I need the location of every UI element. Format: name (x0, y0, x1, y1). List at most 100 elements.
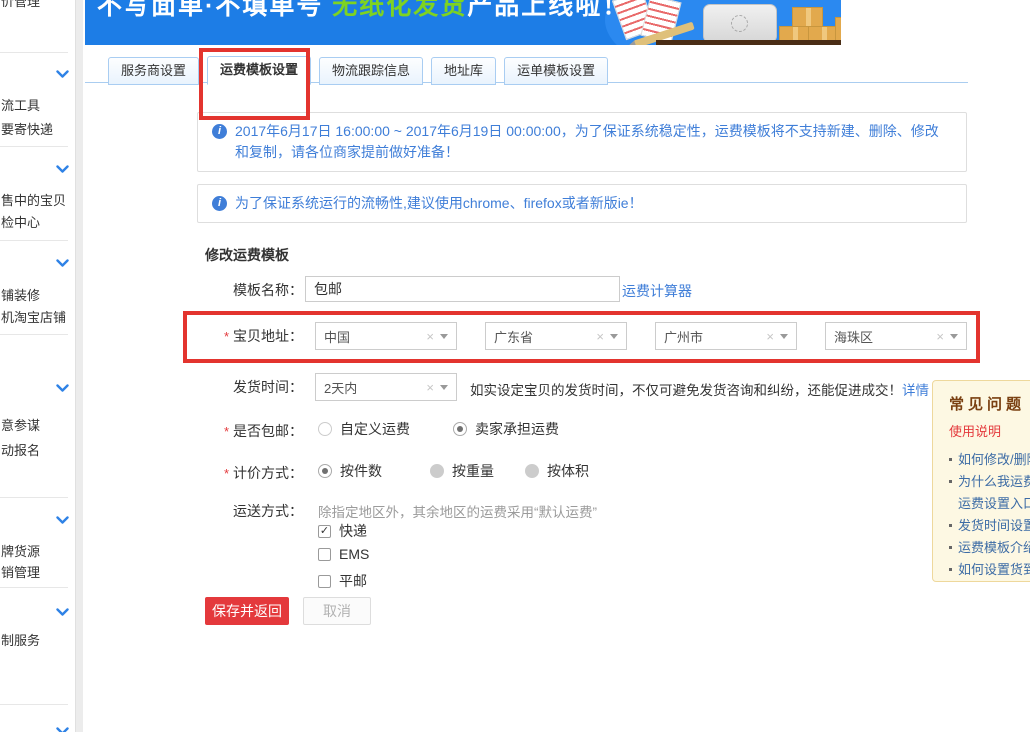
sidebar-item-shop-decorate[interactable]: 铺装修 (1, 285, 40, 304)
tab-address-book[interactable]: 地址库 (431, 57, 496, 85)
tab-logistics-tracking[interactable]: 物流跟踪信息 (319, 57, 423, 85)
notice-text: 为了保证系统运行的流畅性,建议使用chrome、firefox或者新版ie！ (235, 193, 643, 214)
chevron-down-icon[interactable] (56, 165, 69, 174)
faq-link[interactable]: 运费模板介绍 (958, 540, 1030, 555)
sidebar-divider (0, 587, 68, 588)
ship-time-label: 发货时间： (183, 377, 303, 397)
template-name-label: 模板名称： (183, 280, 303, 300)
required-asterisk: * (224, 424, 229, 439)
sidebar-item-send-express[interactable]: 要寄快递 (1, 119, 53, 138)
faq-link-row: 如何设置货到 (949, 559, 1030, 581)
dropdown-arrow-icon[interactable] (440, 334, 448, 343)
sidebar-item-mobile-shop[interactable]: 机淘宝店铺 (1, 307, 66, 326)
sidebar-divider (0, 497, 68, 498)
checkbox-label: 平邮 (339, 571, 367, 591)
dropdown-arrow-icon[interactable] (950, 334, 958, 343)
radio-seller-pays-freight[interactable]: 卖家承担运费 (453, 419, 559, 439)
free-shipping-label: * 是否包邮： (183, 421, 303, 441)
chevron-down-icon[interactable] (56, 516, 69, 525)
faq-link[interactable]: 如何设置货到 (958, 562, 1030, 577)
sidebar-item-activity-signup[interactable]: 动报名 (1, 440, 40, 459)
notice-maintenance: i 2017年6月17日 16:00:00 ~ 2017年6月19日 00:00… (197, 112, 967, 172)
radio-by-weight[interactable]: 按重量 (430, 461, 494, 481)
address-select-province[interactable]: 广东省 × (485, 322, 627, 350)
radio-icon-disabled (525, 464, 539, 478)
chevron-down-icon[interactable] (56, 259, 69, 268)
faq-usage-guide-link[interactable]: 使用说明 (949, 421, 1030, 440)
tab-provider-settings[interactable]: 服务商设置 (108, 57, 199, 85)
radio-custom-freight[interactable]: 自定义运费 (318, 419, 410, 439)
checkbox-icon (318, 548, 331, 561)
sidebar-divider (0, 52, 68, 53)
banner-text-suffix: 产品上线啦！ (467, 0, 629, 20)
required-asterisk: * (224, 329, 229, 344)
select-value: 广东省 (486, 327, 596, 346)
freight-calculator-link[interactable]: 运费计算器 (622, 281, 692, 301)
shipping-template-settings-page: 价管理 流工具 要寄快递 售中的宝贝 检中心 铺装修 机淘宝店铺 意参谋 动报名… (0, 0, 1030, 732)
pricing-method-label-text: 计价方式： (233, 465, 303, 481)
sidebar-item-business-advisor[interactable]: 意参谋 (1, 415, 40, 434)
faq-link[interactable]: 运费设置入口 (958, 496, 1030, 511)
sidebar-item-custom-service[interactable]: 制服务 (1, 630, 40, 649)
sidebar-item-distribution-manage[interactable]: 销管理 (1, 562, 40, 581)
address-select-country[interactable]: 中国 × (315, 322, 457, 350)
checkbox-express[interactable]: ✓ 快递 (318, 521, 367, 541)
faq-link[interactable]: 如何修改/删除 (958, 452, 1030, 467)
sidebar-item-logistics-tools[interactable]: 流工具 (1, 95, 40, 114)
page-title: 修改运费模板 (205, 245, 289, 265)
radio-label: 按体积 (547, 461, 589, 481)
clear-icon[interactable]: × (596, 329, 610, 344)
checkbox-surface-mail[interactable]: 平邮 (318, 571, 367, 591)
clear-icon[interactable]: × (426, 329, 440, 344)
checkbox-ems[interactable]: EMS (318, 546, 369, 562)
checkbox-icon-checked: ✓ (318, 525, 331, 538)
ship-time-detail-link[interactable]: 详情 (902, 383, 929, 398)
info-icon: i (212, 196, 227, 211)
faq-link-row: 运费模板介绍 (949, 537, 1030, 559)
free-shipping-label-text: 是否包邮： (233, 423, 303, 439)
clear-icon[interactable]: × (426, 380, 440, 395)
chevron-down-icon[interactable] (56, 727, 69, 732)
sidebar-item-rating-manage[interactable]: 价管理 (1, 0, 40, 10)
faq-link[interactable]: 为什么我运费模 (958, 474, 1030, 489)
dropdown-arrow-icon[interactable] (780, 334, 788, 343)
bullet-icon (949, 458, 952, 461)
sidebar-item-items-on-sale[interactable]: 售中的宝贝 (1, 190, 66, 209)
tab-waybill-template-settings[interactable]: 运单模板设置 (504, 57, 608, 85)
address-select-city[interactable]: 广州市 × (655, 322, 797, 350)
promo-banner[interactable]: 不写面单·不填单号 无纸化发货产品上线啦！ (85, 0, 841, 45)
address-select-district[interactable]: 海珠区 × (825, 322, 967, 350)
sidebar-item-brand-supply[interactable]: 牌货源 (1, 541, 40, 560)
dropdown-arrow-icon[interactable] (610, 334, 618, 343)
radio-label: 按重量 (452, 461, 494, 481)
radio-by-volume[interactable]: 按体积 (525, 461, 589, 481)
radio-label: 按件数 (340, 461, 382, 481)
sidebar-scrollbar[interactable] (75, 0, 83, 732)
select-value: 广州市 (656, 327, 766, 346)
required-asterisk: * (224, 466, 229, 481)
dropdown-arrow-icon[interactable] (440, 385, 448, 394)
sidebar-divider (0, 240, 68, 241)
checkbox-label: EMS (339, 546, 369, 562)
item-address-label-text: 宝贝地址： (233, 328, 303, 344)
bullet-icon (949, 546, 952, 549)
template-name-input[interactable] (305, 276, 620, 302)
ship-time-select[interactable]: 2天内 × (315, 373, 457, 401)
select-value: 中国 (316, 327, 426, 346)
clear-icon[interactable]: × (936, 329, 950, 344)
tab-shipping-template-settings[interactable]: 运费模板设置 (207, 56, 311, 85)
faq-panel: 常见问题 使用说明 如何修改/删除 为什么我运费模 运费设置入口 发货时间设置指… (932, 380, 1030, 582)
chevron-down-icon[interactable] (56, 608, 69, 617)
sidebar-divider (0, 334, 68, 335)
banner-text: 不写面单·不填单号 无纸化发货产品上线啦！ (97, 0, 629, 22)
parcel-box-icon (792, 7, 823, 28)
clear-icon[interactable]: × (766, 329, 780, 344)
save-and-return-button[interactable]: 保存并返回 (205, 597, 289, 625)
chevron-down-icon[interactable] (56, 384, 69, 393)
chevron-down-icon[interactable] (56, 70, 69, 79)
radio-icon (318, 422, 332, 436)
cancel-button[interactable]: 取消 (303, 597, 371, 625)
radio-by-quantity[interactable]: 按件数 (318, 461, 382, 481)
sidebar-item-check-center[interactable]: 检中心 (1, 212, 40, 231)
faq-link[interactable]: 发货时间设置指 (958, 518, 1030, 533)
